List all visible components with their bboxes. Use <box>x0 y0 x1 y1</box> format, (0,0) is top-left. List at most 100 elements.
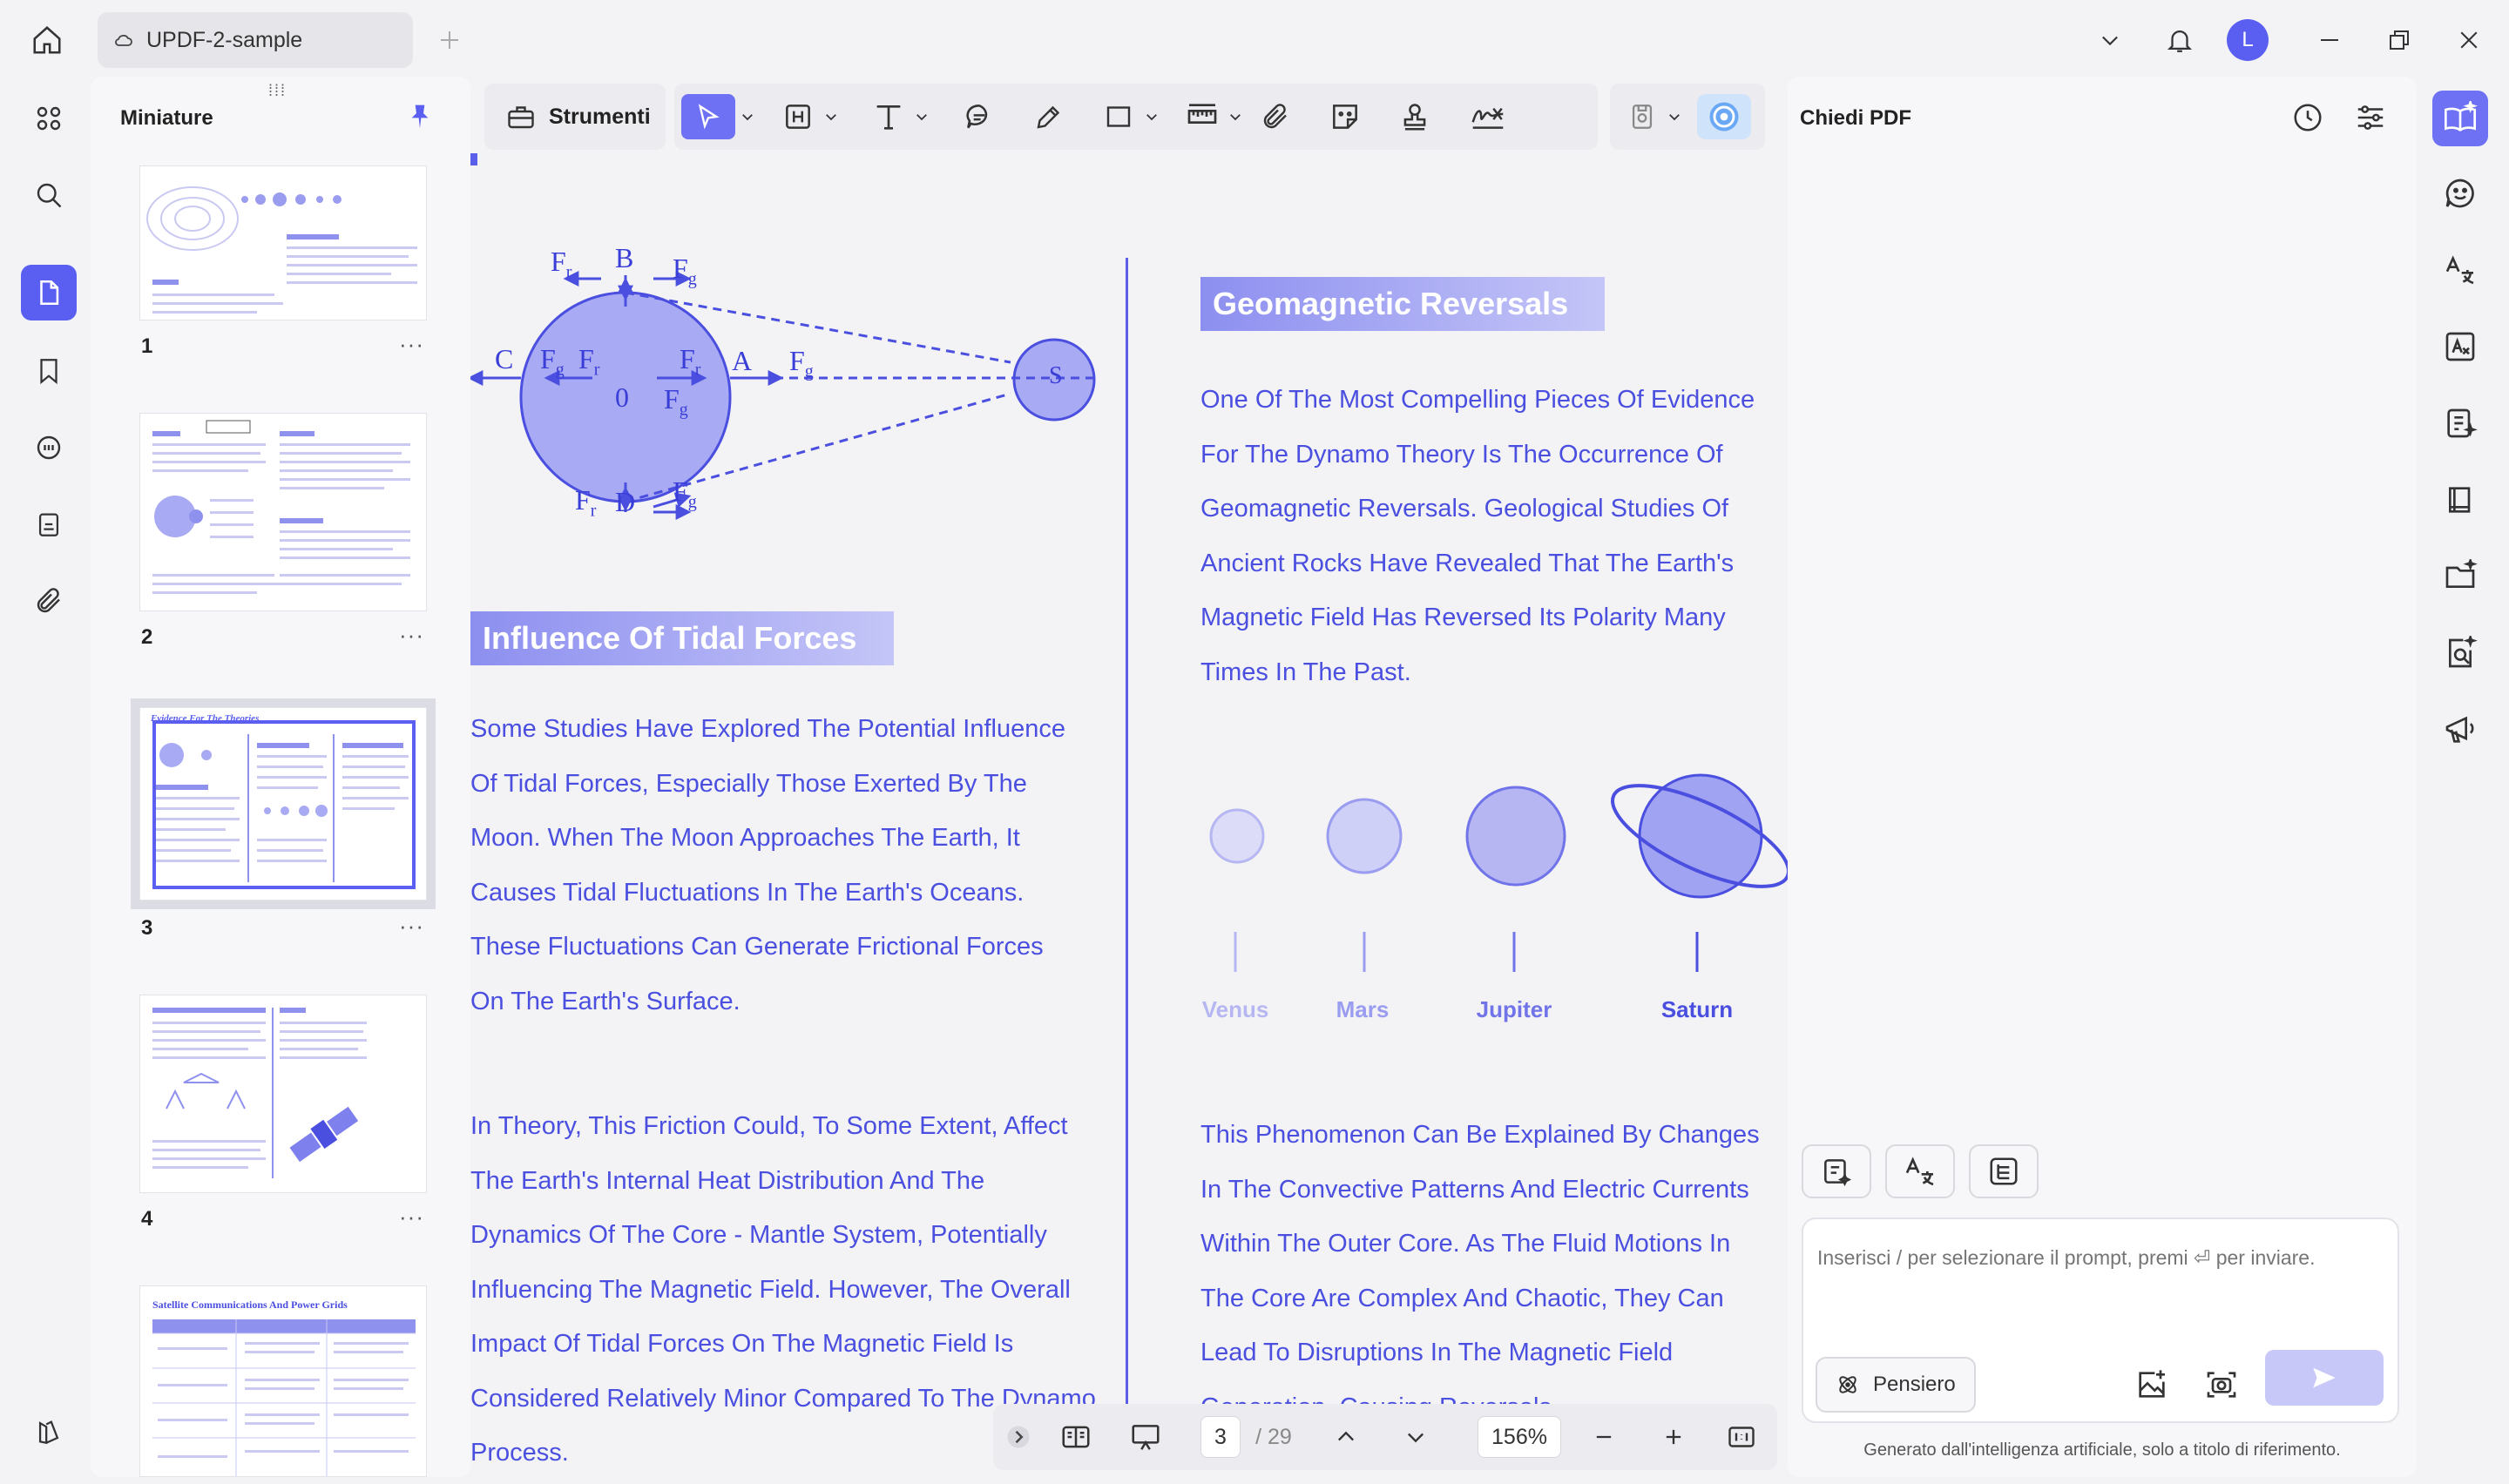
label-c: C <box>495 343 514 374</box>
planet-label-saturn: Saturn <box>1660 996 1734 1022</box>
page-3-more-button[interactable]: ··· <box>399 913 424 940</box>
ai-assistant-button[interactable] <box>1697 94 1751 139</box>
translate-button[interactable] <box>1885 1144 1955 1198</box>
notifications-button[interactable] <box>2159 19 2201 61</box>
restore-button[interactable] <box>2378 19 2420 61</box>
pin-button[interactable] <box>402 99 437 134</box>
prompt-box: Pensiero <box>1802 1218 2399 1423</box>
paperclip-icon <box>37 588 60 613</box>
thumbnail-diagram <box>146 186 417 314</box>
stamps-button[interactable] <box>21 496 77 552</box>
text-tool-button[interactable] <box>866 94 911 139</box>
chat-pdf-button[interactable] <box>2432 91 2488 146</box>
comment-tool-button[interactable] <box>957 94 1002 139</box>
thumbnails-panel: ⁞⁞⁞ Miniature 1 ··· 2 ··· Evidence For T… <box>91 77 470 1477</box>
ocr-button[interactable] <box>2432 319 2488 374</box>
collapse-nav-button[interactable] <box>1004 1416 1033 1458</box>
highlight-tool-dropdown[interactable] <box>821 94 842 139</box>
zoom-out-button[interactable] <box>1582 1416 1626 1458</box>
geomagnetic-paragraph-2: This Phenomenon Can Be Explained By Chan… <box>1200 1121 1760 1421</box>
page-layout-button[interactable] <box>1054 1416 1098 1458</box>
current-page-input[interactable] <box>1200 1416 1241 1458</box>
cloud-icon <box>115 34 132 46</box>
page-2-more-button[interactable]: ··· <box>399 622 424 649</box>
close-button[interactable] <box>2448 19 2490 61</box>
document-tab[interactable]: UPDF-2-sample <box>98 12 413 68</box>
sticker-tool-button[interactable] <box>1322 94 1368 139</box>
page-1-more-button[interactable]: ··· <box>399 331 424 358</box>
attachments-button[interactable] <box>21 573 77 629</box>
chevron-down-icon <box>1408 1433 1424 1443</box>
shape-tool-button[interactable] <box>1096 94 1141 139</box>
presentation-button[interactable] <box>1124 1416 1167 1458</box>
previous-page-button[interactable] <box>1324 1416 1368 1458</box>
updf-cloud-button[interactable] <box>21 1404 77 1460</box>
actual-size-button[interactable] <box>1720 1416 1763 1458</box>
save-button[interactable] <box>1620 94 1664 139</box>
tools-button[interactable]: Strumenti <box>484 84 666 150</box>
page-thumbnail-2[interactable] <box>139 413 427 611</box>
text-tool-dropdown[interactable] <box>911 94 932 139</box>
pencil-tool-button[interactable] <box>1026 94 1072 139</box>
page-number-4: 4 <box>141 1207 153 1231</box>
comments-button[interactable] <box>21 420 77 476</box>
shape-tool-dropdown[interactable] <box>1141 94 1162 139</box>
home-button[interactable] <box>26 19 68 61</box>
tabs-dropdown-button[interactable] <box>2091 21 2129 59</box>
document-viewer[interactable]: Fr B Fg C Fg Fr Fr A Fg 0 Fg S Fr D Fg I… <box>470 153 1788 1484</box>
batch-folder-button[interactable] <box>2432 549 2488 604</box>
bookmarks-button[interactable] <box>21 343 77 399</box>
ai-tools-group <box>1610 84 1765 150</box>
select-tool-dropdown[interactable] <box>737 94 758 139</box>
form-fields-button[interactable] <box>2432 395 2488 451</box>
page-4-more-button[interactable]: ··· <box>399 1204 424 1231</box>
page-thumbnail-4[interactable] <box>139 995 427 1193</box>
measure-tool-button[interactable] <box>1180 94 1225 139</box>
organize-pages-button[interactable] <box>21 91 77 146</box>
pensiero-button[interactable]: Pensiero <box>1816 1357 1976 1413</box>
label-a: A <box>732 345 753 376</box>
label-fr-bottom: Fr <box>575 484 597 521</box>
stamp-icon <box>38 513 59 536</box>
label-fg-bottom: Fg <box>673 476 697 512</box>
screenshot-button[interactable] <box>2199 1362 2244 1407</box>
reader-mode-button[interactable] <box>2432 472 2488 528</box>
send-button[interactable] <box>2265 1350 2384 1406</box>
thumbnails-button[interactable] <box>21 265 77 320</box>
zoom-in-button[interactable] <box>1652 1416 1695 1458</box>
tools-label: Strumenti <box>549 104 651 129</box>
book-open-icon <box>2449 487 2471 513</box>
translate-rail-button[interactable] <box>2432 242 2488 298</box>
sticker-icon <box>1333 105 1357 129</box>
new-tab-button[interactable] <box>430 21 469 59</box>
signature-tool-button[interactable] <box>1462 94 1514 139</box>
explain-button[interactable] <box>1969 1144 2039 1198</box>
insert-image-button[interactable] <box>2129 1362 2174 1407</box>
ai-settings-button[interactable] <box>2349 96 2392 139</box>
atom-icon <box>1839 1376 1856 1393</box>
page-thumbnail-1[interactable] <box>139 165 427 320</box>
stamp-tool-button[interactable] <box>1392 94 1437 139</box>
page-thumbnail-5[interactable]: Satellite Communications And Power Grids <box>139 1285 427 1477</box>
panel-drag-handle[interactable]: ⁞⁞⁞ <box>268 82 287 100</box>
history-button[interactable] <box>2286 96 2330 139</box>
chevron-up-icon <box>1338 1431 1354 1441</box>
user-avatar[interactable]: L <box>2227 19 2269 61</box>
chevron-down-icon <box>916 114 927 121</box>
attach-tool-button[interactable] <box>1253 94 1298 139</box>
prompt-input[interactable] <box>1817 1231 2384 1284</box>
page-thumbnail-3[interactable]: Evidence For The Theories <box>131 698 436 909</box>
ai-chat-button[interactable] <box>2432 165 2488 221</box>
minimize-button[interactable] <box>2309 19 2350 61</box>
present-button[interactable] <box>2432 702 2488 758</box>
search-document-button[interactable] <box>2432 625 2488 681</box>
highlight-tool-button[interactable] <box>775 94 821 139</box>
select-tool-button[interactable] <box>681 94 735 139</box>
search-button[interactable] <box>21 167 77 223</box>
summarize-button[interactable] <box>1802 1144 1871 1198</box>
next-page-button[interactable] <box>1394 1416 1437 1458</box>
save-dropdown[interactable] <box>1664 94 1685 139</box>
measure-tool-dropdown[interactable] <box>1225 94 1246 139</box>
ai-logo-icon <box>1709 102 1739 132</box>
zoom-level-field[interactable]: 156% <box>1478 1416 1561 1458</box>
